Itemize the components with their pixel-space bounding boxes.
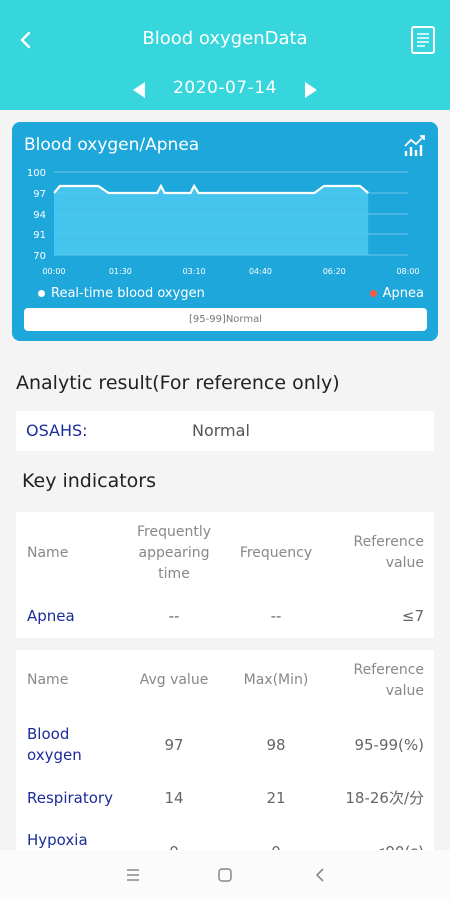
nav-back-button[interactable] — [307, 862, 333, 888]
next-date-button[interactable] — [298, 78, 322, 102]
blood-oxygen-chart-card: Blood oxygen/Apnea 100 97 94 91 70 00:00 01:30… — [12, 122, 438, 341]
system-nav-bar — [0, 850, 450, 900]
table2-row-respiratory-name: Respiratory — [27, 789, 113, 807]
trend-chart-icon — [404, 135, 425, 156]
current-date: 2020-07-14 — [173, 78, 277, 98]
table1-header-frequency: Frequency — [239, 545, 313, 561]
home-icon — [218, 868, 232, 882]
apnea-indicator-table: Name Frequently appearing time Frequency… — [16, 512, 434, 638]
back-icon — [315, 868, 324, 882]
osahs-result-card: OSAHS: Normal — [16, 411, 434, 451]
x-tick-label: 06:20 — [323, 267, 346, 276]
table1-row-apnea-reference: ≤7 — [401, 607, 424, 625]
table2-row-respiratory-max: 21 — [266, 789, 286, 807]
legend-apnea-dot — [369, 290, 377, 297]
app-header: Blood oxygenData 2020-07-14 — [0, 0, 450, 110]
report-document-icon — [411, 26, 435, 54]
chart-trend-button[interactable] — [402, 132, 428, 158]
y-tick-label: 91 — [33, 230, 46, 241]
table2-header-avg: Avg value — [139, 672, 209, 688]
triangle-right-icon — [305, 82, 317, 98]
page-title: Blood oxygenData — [142, 28, 308, 49]
x-tick-label: 03:10 — [183, 267, 206, 276]
table1-header-reference: Reference value — [353, 534, 425, 571]
nav-home-button[interactable] — [212, 862, 238, 888]
legend-realtime: Real-time blood oxygen — [38, 286, 205, 301]
table1-row-apnea-time: -- — [168, 607, 180, 625]
x-tick-label: 00:00 — [42, 267, 65, 276]
table2-row-respiratory-reference: 18-26次/分 — [345, 789, 424, 807]
y-tick-label: 70 — [33, 251, 46, 262]
table2-header-reference: Reference value — [353, 662, 425, 699]
previous-date-button[interactable] — [128, 78, 152, 102]
triangle-left-icon — [133, 82, 145, 98]
table2-row-oxygen-max: 98 — [266, 736, 286, 754]
table2-header-name: Name — [27, 672, 69, 688]
osahs-value: Normal — [192, 421, 250, 440]
menu-icon — [127, 869, 139, 881]
x-tick-label: 08:00 — [396, 267, 419, 276]
legend-realtime-label: Real-time blood oxygen — [51, 286, 205, 301]
oxygen-area-chart: 100 97 94 91 70 00:00 01:30 03:10 04:40 06:20 08:0… — [27, 168, 420, 276]
y-tick-label: 94 — [33, 210, 46, 221]
table1-header-time: Frequently appearing time — [136, 524, 211, 582]
table1-header-name: Name — [27, 545, 69, 561]
y-tick-label: 97 — [33, 189, 46, 200]
x-tick-label: 01:30 — [109, 267, 132, 276]
table2-row-oxygen-name: Blood oxygen — [27, 725, 82, 764]
normal-range-bar: [95-99]Normal — [24, 308, 427, 331]
table2-row-oxygen-reference: 95-99(%) — [354, 736, 424, 754]
analytic-result-heading: Analytic result(For reference only) — [16, 372, 340, 394]
osahs-label: OSAHS: — [26, 421, 88, 440]
oxygen-area-fill — [54, 186, 369, 255]
table1-row-apnea-name: Apnea — [27, 607, 75, 625]
table2-row-hypoxia-name: Hypoxia — [27, 831, 88, 849]
legend-apnea-label: Apnea — [382, 286, 424, 301]
date-selector: 2020-07-14 — [0, 76, 450, 104]
table2-row-oxygen-avg: 97 — [164, 736, 184, 754]
page: Blood oxygenData 2020-07-14 Blood oxygen… — [0, 0, 450, 900]
chart-title: Blood oxygen/Apnea — [24, 135, 200, 155]
vital-indicator-table: Name Avg value Max(Min) Reference value … — [16, 650, 434, 861]
table1-row-apnea-frequency: -- — [270, 607, 282, 625]
table2-row-respiratory-avg: 14 — [164, 789, 184, 807]
key-indicators-heading: Key indicators — [22, 470, 157, 492]
legend-realtime-dot — [38, 290, 45, 297]
nav-menu-button[interactable] — [120, 862, 146, 888]
report-button[interactable] — [406, 22, 440, 58]
y-tick-label: 100 — [27, 168, 46, 179]
x-tick-label: 04:40 — [249, 267, 272, 276]
table2-header-maxmin: Max(Min) — [243, 672, 309, 688]
legend-apnea: Apnea — [369, 286, 424, 301]
